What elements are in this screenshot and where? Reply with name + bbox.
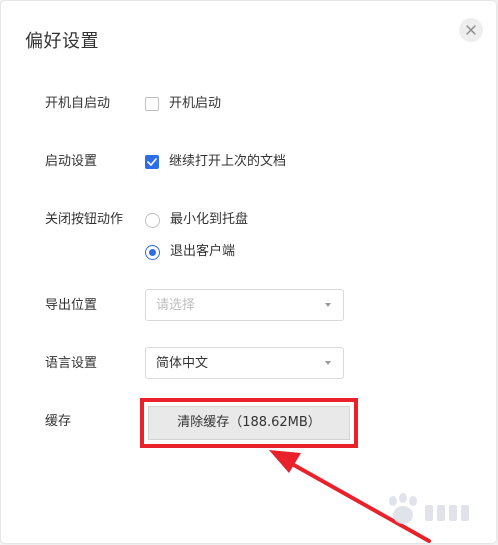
exit-client-label: 退出客户端 — [170, 244, 236, 259]
startup-checkbox-option[interactable]: 继续打开上次的文档 — [145, 153, 286, 171]
startup-checkbox[interactable] — [145, 155, 159, 169]
autostart-label: 开机自启动 — [45, 96, 111, 111]
language-select[interactable]: 简体中文 — [145, 347, 344, 379]
autostart-checkbox-option[interactable]: 开机启动 — [145, 95, 221, 113]
clear-cache-button[interactable]: 清除缓存（188.62MB） — [148, 406, 350, 440]
cache-label: 缓存 — [45, 414, 72, 429]
annotation-arrow — [269, 450, 431, 543]
minimize-to-tray-radio[interactable] — [145, 212, 160, 228]
minimize-to-tray-radio-option[interactable]: 最小化到托盘 — [145, 211, 248, 229]
chevron-down-icon — [325, 361, 331, 365]
autostart-checkbox[interactable] — [145, 97, 159, 111]
close-button[interactable] — [459, 18, 483, 42]
export-location-placeholder: 请选择 — [156, 298, 196, 313]
preferences-dialog: 偏好设置 开机自启动 开机启动 启动设置 继续打开上次的文档 关闭按钮动作 最小… — [1, 1, 496, 543]
export-location-label: 导出位置 — [45, 298, 98, 313]
checkmark-icon — [147, 158, 157, 166]
watermark-logo — [389, 493, 469, 524]
exit-client-radio-option[interactable]: 退出客户端 — [145, 243, 235, 261]
chevron-down-icon — [325, 303, 331, 307]
dialog-title: 偏好设置 — [25, 31, 99, 52]
exit-client-radio[interactable] — [145, 244, 160, 260]
language-label: 语言设置 — [45, 356, 98, 371]
close-icon — [466, 25, 476, 35]
language-value: 简体中文 — [156, 356, 209, 371]
autostart-option-label: 开机启动 — [169, 96, 222, 111]
minimize-to-tray-label: 最小化到托盘 — [170, 212, 249, 227]
export-location-select[interactable]: 请选择 — [145, 289, 344, 321]
startup-option-label: 继续打开上次的文档 — [169, 154, 287, 169]
close-action-label: 关闭按钮动作 — [45, 212, 124, 227]
startup-label: 启动设置 — [45, 154, 98, 169]
